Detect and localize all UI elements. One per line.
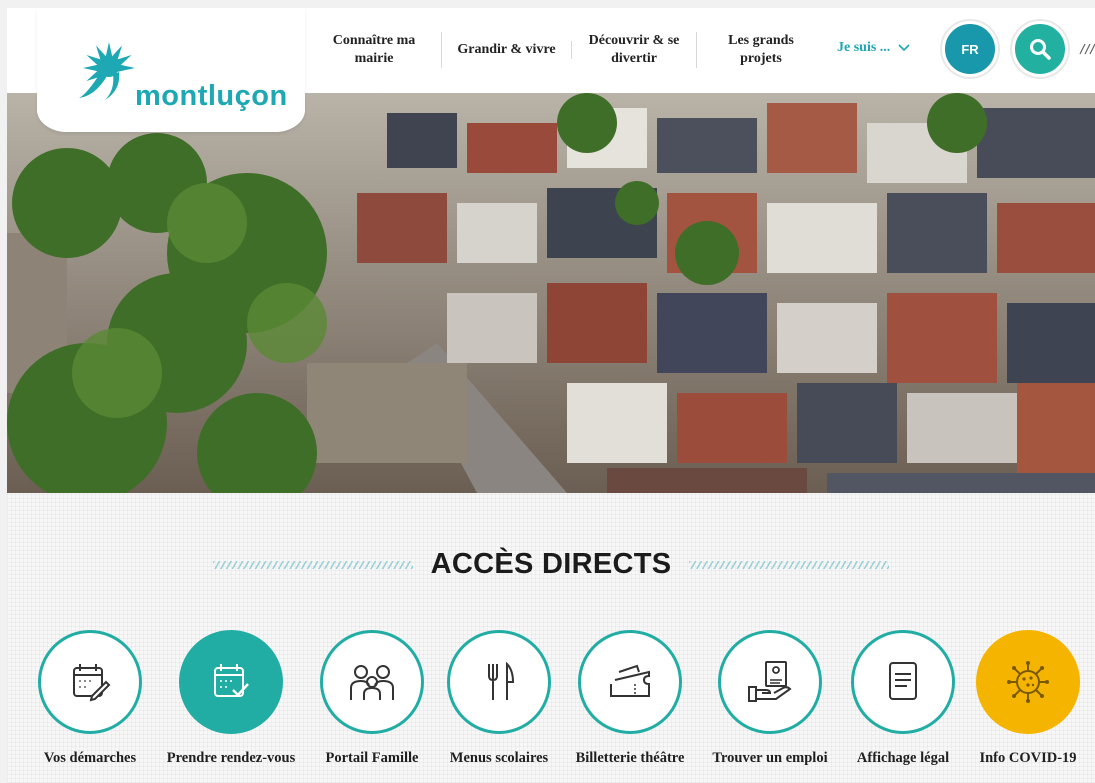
quick-item-label: Billetterie théâtre <box>575 750 685 766</box>
je-suis-label: Je suis ... <box>837 40 891 55</box>
quick-item-circle <box>718 630 822 734</box>
menu-hatch-icon[interactable] <box>1079 42 1095 56</box>
nav-item-projets[interactable]: Les grands projets <box>697 32 825 68</box>
je-suis-dropdown[interactable]: Je suis ... <box>837 40 910 56</box>
quick-item-circle <box>38 630 142 734</box>
quick-item-billetterie-theatre[interactable]: Billetterie théâtre <box>560 630 700 767</box>
search-icon <box>1030 39 1051 60</box>
logo-link[interactable]: montluçon <box>37 8 305 132</box>
nav-item-label: mairie <box>354 51 394 66</box>
quick-item-circle <box>851 630 955 734</box>
family-icon <box>350 665 394 700</box>
logo-text: montluçon <box>135 80 288 112</box>
section-title: ACCÈS DIRECTS <box>430 548 672 580</box>
nav-item-grandir[interactable]: Grandir & vivre <box>442 41 572 59</box>
chevron-down-icon <box>898 44 910 52</box>
calendar-check-icon <box>214 664 249 697</box>
quick-item-label: Trouver un emploi <box>712 750 828 766</box>
quick-item-menus-scolaires[interactable]: Menus scolaires <box>429 630 569 767</box>
quick-item-label: Info COVID-19 <box>979 750 1077 766</box>
quick-item-circle <box>976 630 1080 734</box>
quick-item-label: Prendre rendez-vous <box>166 750 296 766</box>
title-decoration-right <box>689 560 890 569</box>
site-header: montluçon Connaître ma mairie Grandir & … <box>7 8 1095 132</box>
page: montluçon Connaître ma mairie Grandir & … <box>7 8 1095 783</box>
nav-item-label: Grandir & vivre <box>457 42 556 57</box>
ticket-icon <box>610 664 650 697</box>
quick-access-list: Vos démarches Prendre rendez-vous Portai… <box>7 630 1095 780</box>
acces-directs-header: ACCÈS DIRECTS <box>7 548 1095 581</box>
language-label: FR <box>961 41 979 57</box>
nav-item-mairie[interactable]: Connaître ma mairie <box>307 32 442 68</box>
nav-item-label: Les grands projets <box>728 33 794 66</box>
nav-item-label: divertir <box>611 51 657 66</box>
quick-item-trouver-un-emploi[interactable]: Trouver un emploi <box>700 630 840 767</box>
title-decoration-left <box>212 560 413 569</box>
quick-item-circle <box>578 630 682 734</box>
calendar-pencil-icon <box>73 664 111 702</box>
quick-item-label: Affichage légal <box>856 750 950 766</box>
sun-logo-icon <box>79 42 135 100</box>
hero-image <box>7 93 1095 493</box>
main-nav: Connaître ma mairie Grandir & vivre Déco… <box>307 30 825 70</box>
fork-knife-icon <box>488 661 515 700</box>
language-button[interactable]: FR <box>942 21 998 77</box>
quick-item-vos-demarches[interactable]: Vos démarches <box>20 630 160 767</box>
quick-item-label: Menus scolaires <box>449 750 549 766</box>
quick-item-circle <box>320 630 424 734</box>
quick-item-portail-famille[interactable]: Portail Famille <box>302 630 442 767</box>
aerial-view-of-old-town-icon <box>7 93 1095 493</box>
quick-item-circle <box>179 630 283 734</box>
nav-item-label: Découvrir & se <box>588 33 680 48</box>
virus-icon <box>1007 661 1049 703</box>
quick-item-label: Portail Famille <box>325 750 419 766</box>
quick-item-affichage-legal[interactable]: Affichage légal <box>833 630 973 767</box>
job-resume-icon <box>748 661 792 702</box>
nav-item-decouvrir[interactable]: Découvrir & se divertir <box>572 32 697 68</box>
quick-item-label: Vos démarches <box>43 750 137 766</box>
document-icon <box>889 662 917 700</box>
nav-item-label: Connaître ma <box>332 33 416 48</box>
quick-item-circle <box>447 630 551 734</box>
quick-item-prendre-rendez-vous[interactable]: Prendre rendez-vous <box>161 630 301 767</box>
search-button[interactable] <box>1012 21 1068 77</box>
quick-item-info-covid[interactable]: Info COVID-19 <box>958 630 1095 767</box>
